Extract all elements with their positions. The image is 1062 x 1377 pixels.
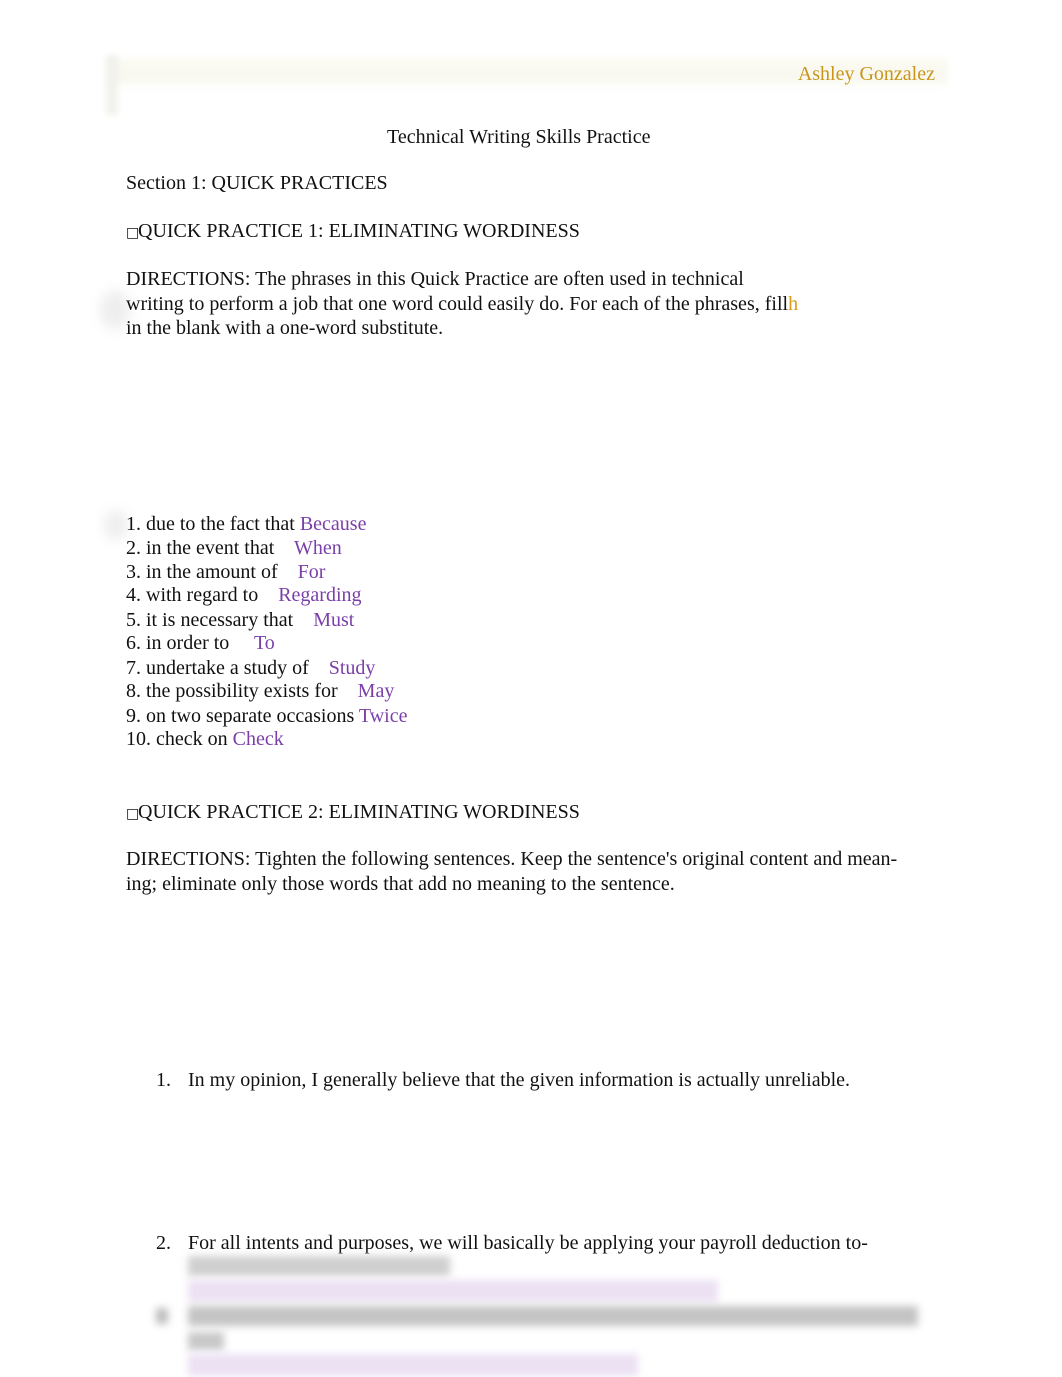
obscured-answer: [188, 1354, 638, 1376]
practice1-item: 1. due to the fact that Because: [126, 512, 366, 536]
practice1-item: 2. in the event that When: [126, 536, 342, 560]
practice1-heading-text: QUICK PRACTICE 1: ELIMINATING WORDINESS: [138, 220, 580, 242]
item-phrase: 10. check on: [126, 728, 228, 750]
item-phrase: 8. the possibility exists for: [126, 680, 338, 702]
document-title: Technical Writing Skills Practice: [387, 126, 651, 148]
item-answer: Study: [328, 657, 376, 679]
practice2-heading-text: QUICK PRACTICE 2: ELIMINATING WORDINESS: [138, 801, 580, 823]
practice1-item: 3. in the amount of For: [126, 560, 325, 584]
practice1-item: 5. it is necessary that Must: [126, 608, 354, 632]
obscured-number: [156, 1308, 168, 1324]
item-phrase: 6. in order to: [126, 632, 230, 654]
item-answer: Must: [313, 609, 355, 631]
practice1-item: 7. undertake a study of Study: [126, 656, 375, 680]
item-answer: For: [297, 561, 326, 583]
practice1-item: 6. in order to To: [126, 631, 275, 655]
item-phrase: 9. on two separate occasions: [126, 705, 355, 727]
sentence-number: 2.: [156, 1232, 171, 1254]
item-answer: To: [253, 632, 275, 654]
checkbox-icon: □: [126, 225, 140, 241]
obscured-text: [188, 1256, 450, 1276]
practice1-item: 9. on two separate occasions Twice: [126, 704, 407, 728]
item-phrase: 3. in the amount of: [126, 561, 278, 583]
obscured-text: [188, 1332, 224, 1350]
practice1-item: 10. check on Check: [126, 727, 284, 751]
item-phrase: 4. with regard to: [126, 584, 259, 606]
stray-character: h: [788, 293, 799, 315]
item-phrase: 2. in the event that: [126, 537, 275, 559]
item-answer: When: [293, 537, 342, 559]
section-heading: Section 1: QUICK PRACTICES: [126, 172, 388, 194]
practice2-heading: □QUICK PRACTICE 2: ELIMINATING WORDINESS: [126, 800, 580, 826]
practice2-directions-line-2: ing; eliminate only those words that add…: [126, 873, 675, 895]
practice1-directions-line-3: in the blank with a one-word substitute.: [126, 317, 444, 339]
item-answer: Because: [299, 513, 367, 535]
item-answer: Twice: [358, 705, 408, 727]
item-phrase: 1. due to the fact that: [126, 513, 295, 535]
sentence-number: 1.: [156, 1069, 171, 1091]
obscured-text: [188, 1306, 918, 1326]
practice1-item: 8. the possibility exists for May: [126, 679, 394, 703]
practice2-directions-line-1: DIRECTIONS: Tighten the following senten…: [126, 848, 898, 870]
directions-text: writing to perform a job that one word c…: [126, 293, 789, 315]
item-answer: Regarding: [278, 584, 362, 606]
sentence-text: For all intents and purposes, we will ba…: [188, 1232, 868, 1254]
checkbox-icon: □: [126, 806, 140, 822]
practice1-heading: □QUICK PRACTICE 1: ELIMINATING WORDINESS: [126, 219, 580, 245]
practice1-directions-line-1: DIRECTIONS: The phrases in this Quick Pr…: [126, 268, 744, 290]
margin-shadow: [104, 510, 128, 540]
item-phrase: 7. undertake a study of: [126, 657, 309, 679]
sentence-text: In my opinion, I generally believe that …: [188, 1069, 851, 1091]
item-phrase: 5. it is necessary that: [126, 609, 294, 631]
author-name: Ashley Gonzalez: [797, 63, 935, 85]
item-answer: Check: [232, 728, 284, 750]
practice1-directions-line-2: writing to perform a job that one word c…: [126, 292, 798, 316]
obscured-answer: [188, 1280, 718, 1302]
practice1-item: 4. with regard to Regarding: [126, 583, 362, 607]
header-margin-mark: [106, 55, 118, 115]
item-answer: May: [357, 680, 395, 702]
